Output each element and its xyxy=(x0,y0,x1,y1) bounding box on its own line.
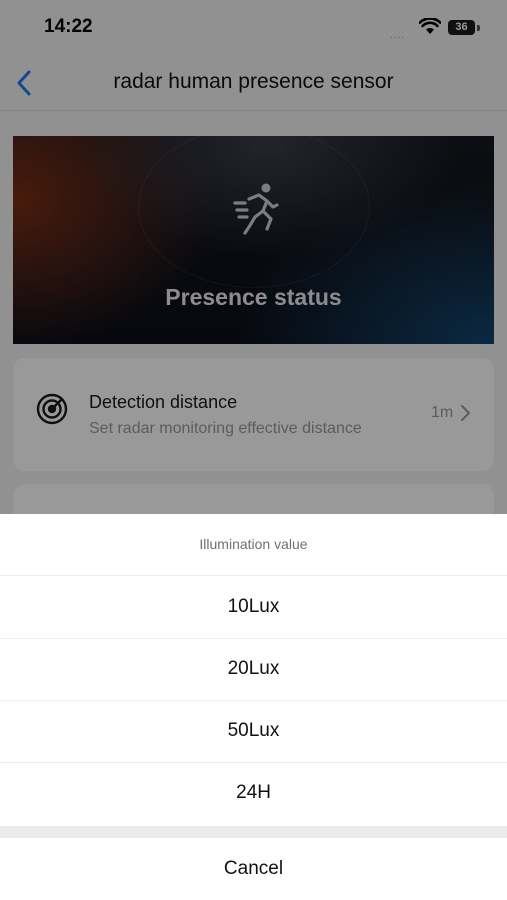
option-50lux[interactable]: 50Lux xyxy=(0,700,507,763)
action-sheet-title: Illumination value xyxy=(0,514,507,576)
illumination-action-sheet: Illumination value 10Lux 20Lux 50Lux 24H… xyxy=(0,514,507,900)
cancel-button[interactable]: Cancel xyxy=(0,838,507,900)
option-20lux[interactable]: 20Lux xyxy=(0,638,507,701)
option-24h[interactable]: 24H xyxy=(0,762,507,824)
action-sheet-separator xyxy=(0,826,507,838)
option-10lux[interactable]: 10Lux xyxy=(0,576,507,639)
